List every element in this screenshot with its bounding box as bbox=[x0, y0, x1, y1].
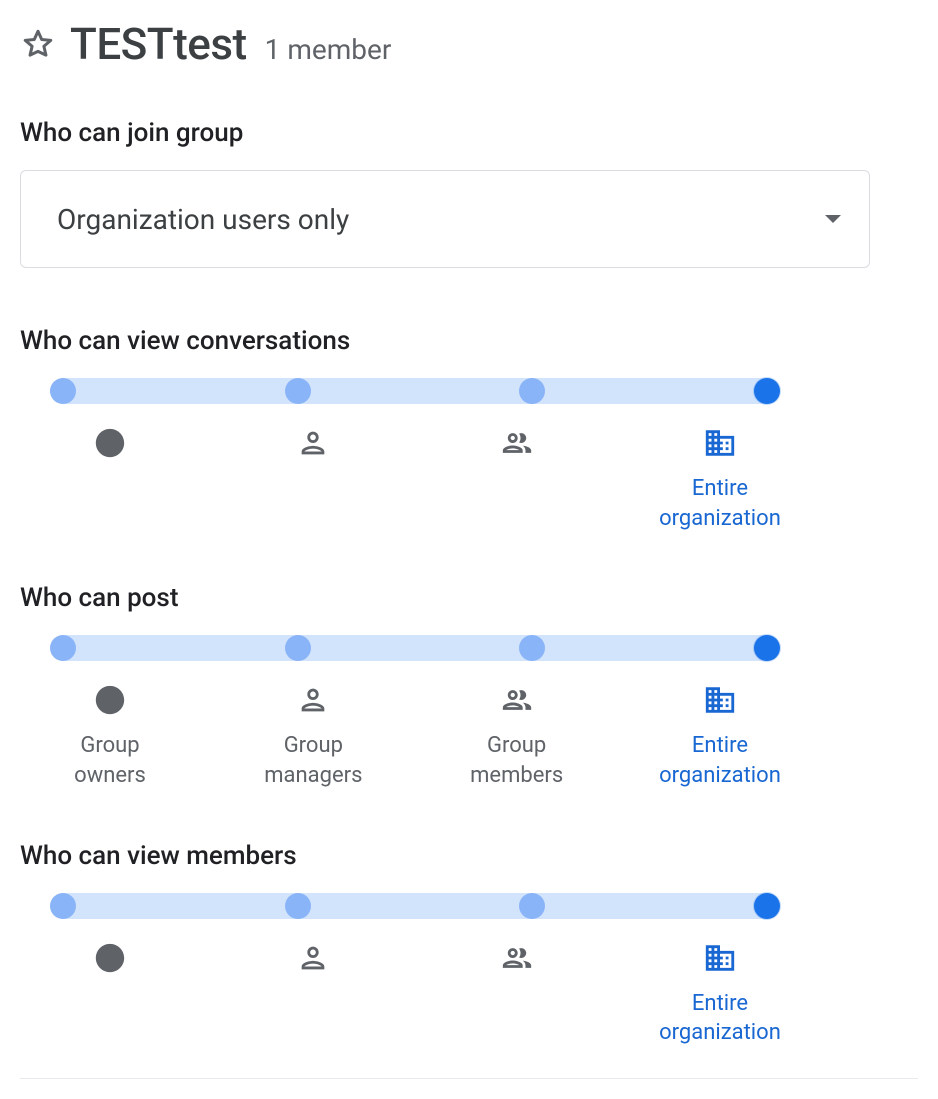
slider-stop-managers[interactable] bbox=[285, 893, 311, 919]
dropdown-icon bbox=[825, 215, 841, 223]
slider-stop-managers[interactable] bbox=[285, 635, 311, 661]
label-members: Group members bbox=[457, 941, 577, 1048]
setting-post: Who can post Group owners Group ma bbox=[20, 583, 918, 790]
slider-stop-owners[interactable] bbox=[50, 893, 76, 919]
slider-stop-members[interactable] bbox=[519, 378, 545, 404]
slider-view-conversations[interactable] bbox=[50, 378, 780, 404]
label-owners: Group owners bbox=[50, 426, 170, 533]
slider-post[interactable] bbox=[50, 635, 780, 661]
label-managers: Group managers bbox=[253, 683, 373, 790]
slider-stop-managers[interactable] bbox=[285, 378, 311, 404]
account-circle-icon bbox=[93, 683, 127, 717]
who-can-join-select[interactable]: Organization users only bbox=[20, 170, 870, 268]
person-outline-icon bbox=[296, 683, 330, 717]
people-outline-icon bbox=[500, 941, 534, 975]
heading-who-can-join: Who can join group bbox=[20, 118, 918, 148]
slider-view-members[interactable] bbox=[50, 893, 780, 919]
member-count: 1 member bbox=[265, 33, 392, 66]
label-owners: Group owners bbox=[50, 941, 170, 1048]
account-circle-icon bbox=[93, 426, 127, 460]
label-managers: Group managers bbox=[253, 426, 373, 533]
slider-stop-org[interactable] bbox=[754, 893, 780, 919]
heading-view-members: Who can view members bbox=[20, 841, 918, 871]
slider-stop-org[interactable] bbox=[754, 378, 780, 404]
slider-stop-members[interactable] bbox=[519, 893, 545, 919]
label-org: Entire organization bbox=[660, 426, 780, 533]
person-outline-icon bbox=[296, 941, 330, 975]
slider-stop-org[interactable] bbox=[754, 635, 780, 661]
heading-view-conversations: Who can view conversations bbox=[20, 326, 918, 356]
slider-stop-owners[interactable] bbox=[50, 635, 76, 661]
heading-post: Who can post bbox=[20, 583, 918, 613]
domain-icon bbox=[703, 426, 737, 460]
group-title: TESTtest bbox=[70, 18, 247, 70]
people-outline-icon bbox=[500, 683, 534, 717]
account-circle-icon bbox=[93, 941, 127, 975]
label-org: Entire organization bbox=[660, 941, 780, 1048]
star-icon[interactable] bbox=[20, 26, 56, 62]
domain-icon bbox=[703, 683, 737, 717]
label-owners: Group owners bbox=[50, 683, 170, 790]
setting-view-members: Who can view members Group owners bbox=[20, 841, 918, 1048]
group-header: TESTtest 1 member bbox=[20, 18, 918, 70]
domain-icon bbox=[703, 941, 737, 975]
label-org: Entire organization bbox=[660, 683, 780, 790]
who-can-join-value: Organization users only bbox=[57, 203, 349, 236]
slider-stop-members[interactable] bbox=[519, 635, 545, 661]
label-members: Group members bbox=[457, 683, 577, 790]
person-outline-icon bbox=[296, 426, 330, 460]
label-members: Group members bbox=[457, 426, 577, 533]
people-outline-icon bbox=[500, 426, 534, 460]
divider bbox=[20, 1078, 918, 1079]
slider-stop-owners[interactable] bbox=[50, 378, 76, 404]
setting-view-conversations: Who can view conversations Group owners bbox=[20, 326, 918, 533]
label-managers: Group managers bbox=[253, 941, 373, 1048]
